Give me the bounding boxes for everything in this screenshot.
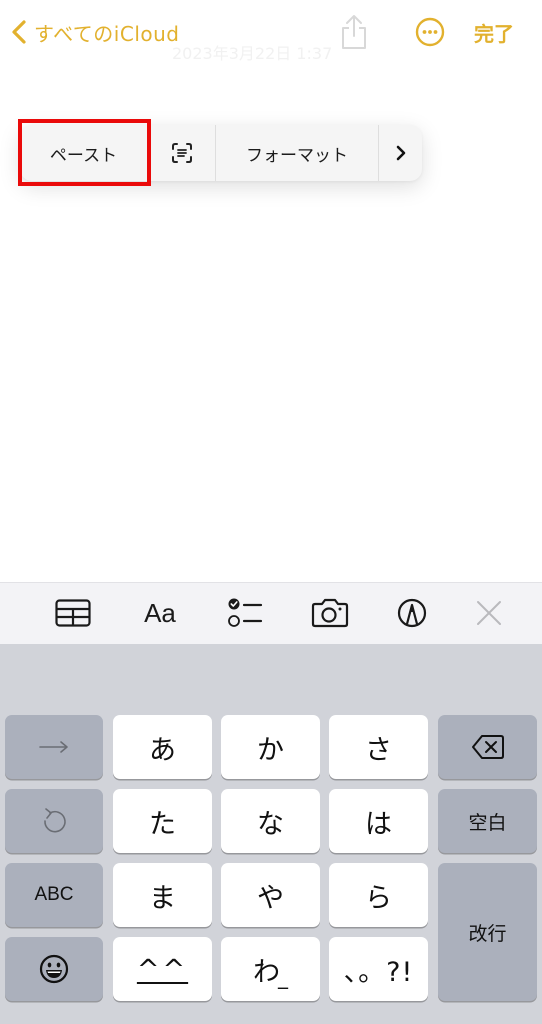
chevron-left-icon xyxy=(12,20,26,44)
table-icon xyxy=(55,599,91,627)
more-options-icon[interactable] xyxy=(415,17,445,47)
share-icon[interactable] xyxy=(339,13,369,51)
key-next-candidate[interactable] xyxy=(5,715,103,779)
navigation-bar: すべてのiCloud 2023年3月22日 1:37 完了 xyxy=(0,0,542,70)
key-ta[interactable]: た xyxy=(113,789,212,853)
key-wa-underscore: _ xyxy=(278,965,288,989)
key-kaomoji-label: ^^ xyxy=(136,953,189,985)
delete-backspace-icon xyxy=(471,735,504,759)
scan-text-button[interactable] xyxy=(148,125,215,181)
key-delete[interactable] xyxy=(438,715,537,779)
format-text-button[interactable]: Aa xyxy=(138,595,182,631)
key-undo[interactable] xyxy=(5,789,103,853)
key-return[interactable]: 改行 xyxy=(438,863,537,1001)
key-ma[interactable]: ま xyxy=(113,863,212,927)
close-toolbar-button[interactable] xyxy=(474,595,504,631)
back-label: すべてのiCloud xyxy=(34,21,180,46)
key-ka[interactable]: か xyxy=(221,715,320,779)
emoji-face-icon xyxy=(39,954,69,984)
key-na[interactable]: な xyxy=(221,789,320,853)
done-button[interactable]: 完了 xyxy=(474,18,514,47)
checklist-button[interactable] xyxy=(226,595,264,631)
camera-button[interactable] xyxy=(311,595,349,631)
markup-button[interactable] xyxy=(396,595,428,631)
checklist-icon xyxy=(228,598,263,627)
note-date: 2023年3月22日 1:37 xyxy=(172,44,333,63)
format-button[interactable]: フォーマット xyxy=(216,125,378,181)
key-a[interactable]: あ xyxy=(113,715,212,779)
key-abc[interactable]: ABC xyxy=(5,863,103,927)
japanese-kana-keyboard: あ か さ た な は 空白 ABC ま や ら 改行 ^^ わ _ 、。?! xyxy=(0,644,542,1024)
key-ha[interactable]: は xyxy=(329,789,428,853)
camera-icon xyxy=(311,598,349,628)
key-ya[interactable]: や xyxy=(221,863,320,927)
key-punctuation[interactable]: 、。?! xyxy=(329,937,428,1001)
table-button[interactable] xyxy=(54,595,92,631)
key-wa[interactable]: わ _ xyxy=(221,937,320,1001)
undo-icon xyxy=(44,808,66,833)
key-wa-label: わ xyxy=(253,956,280,988)
close-icon xyxy=(477,601,501,625)
paste-button[interactable]: ペースト xyxy=(20,125,147,181)
edit-context-menu: ペースト フォーマット xyxy=(20,125,422,181)
scan-text-icon xyxy=(171,143,192,163)
key-emoji[interactable] xyxy=(5,937,103,1001)
key-sa[interactable]: さ xyxy=(329,715,428,779)
arrow-right-icon xyxy=(39,741,68,753)
key-space[interactable]: 空白 xyxy=(438,789,537,853)
back-button[interactable]: すべてのiCloud xyxy=(10,16,180,48)
more-menu-button[interactable] xyxy=(379,125,422,181)
key-ra[interactable]: ら xyxy=(329,863,428,927)
chevron-right-icon xyxy=(396,145,405,161)
key-kaomoji[interactable]: ^^ xyxy=(113,937,212,1001)
markup-pen-icon xyxy=(397,598,427,628)
notes-toolbar: Aa xyxy=(0,582,542,644)
